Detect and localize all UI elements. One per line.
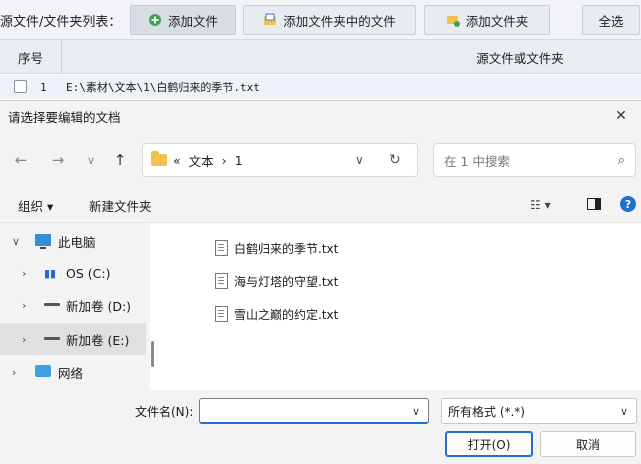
select-all-button[interactable]: 全选 — [582, 5, 640, 35]
navigation-bar: ← → ∨ ↑ « 文本 › 1 ∨ ↻ 在 1 中搜索 ⌕ — [0, 131, 641, 187]
chevron-down-icon[interactable]: ∨ — [412, 399, 420, 423]
add-file-button[interactable]: 添加文件 — [130, 5, 236, 35]
file-name: 雪山之巅的约定.txt — [234, 307, 339, 322]
back-arrow-icon[interactable]: ← — [10, 149, 32, 171]
refresh-icon[interactable]: ↻ — [389, 144, 401, 176]
breadcrumb-overflow[interactable]: « — [173, 153, 181, 168]
column-source[interactable]: 源文件或文件夹 — [440, 40, 600, 74]
filetype-select[interactable]: 所有格式 (*.*) ∨ — [441, 398, 637, 424]
navigation-pane: ∨ 此电脑 › ▮▮ OS (C:) › 新加卷 (D:) › 新加卷 (E:)… — [0, 223, 150, 390]
navigation-scrollbar[interactable] — [151, 341, 154, 367]
search-icon: ⌕ — [617, 152, 625, 168]
address-bar[interactable]: « 文本 › 1 ∨ ↻ — [142, 143, 418, 177]
list-item[interactable]: 海与灯塔的守望.txt — [215, 266, 338, 296]
tree-label: OS (C:) — [66, 265, 111, 281]
folder-add-icon — [446, 13, 460, 27]
dialog-title: 请选择要编辑的文档 — [8, 109, 121, 125]
command-bar: 组织 ▾ 新建文件夹 ☷ ▾ ? — [0, 187, 641, 223]
list-item[interactable]: 雪山之巅的约定.txt — [215, 299, 338, 329]
add-file-label: 添加文件 — [167, 13, 218, 29]
tree-item-drive-d[interactable]: › 新加卷 (D:) — [0, 289, 146, 321]
chevron-right-icon[interactable]: › — [22, 323, 26, 355]
add-folder-files-button[interactable]: 添加文件夹中的文件 — [243, 5, 416, 35]
recent-locations-icon[interactable]: ∨ — [80, 149, 102, 171]
breadcrumb: « 文本 › 1 — [173, 144, 243, 176]
open-button[interactable]: 打开(O) — [445, 431, 533, 457]
search-box[interactable]: 在 1 中搜索 ⌕ — [433, 143, 636, 177]
dialog-footer: 文件名(N): ∨ 所有格式 (*.*) ∨ 打开(O) 取消 — [0, 390, 641, 464]
folder-files-icon — [263, 13, 277, 27]
view-options-icon[interactable]: ☷ ▾ — [530, 187, 551, 223]
tree-label: 新加卷 (D:) — [66, 298, 132, 314]
organize-menu[interactable]: 组织 ▾ — [18, 187, 53, 223]
row-checkbox[interactable] — [14, 80, 27, 93]
select-all-label: 全选 — [598, 13, 624, 29]
breadcrumb-separator: › — [221, 152, 227, 168]
network-icon — [35, 365, 51, 377]
chevron-down-icon[interactable]: ∨ — [620, 399, 628, 423]
file-name: 白鹤归来的季节.txt — [234, 241, 339, 256]
dialog-titlebar: 请选择要编辑的文档 ✕ — [0, 101, 641, 131]
text-file-icon — [215, 306, 228, 322]
tree-item-network[interactable]: › 网络 — [0, 356, 146, 388]
tree-item-drive-e[interactable]: › 新加卷 (E:) — [0, 323, 146, 355]
open-file-dialog: 请选择要编辑的文档 ✕ ← → ∨ ↑ « 文本 › 1 ∨ ↻ 在 1 中搜索… — [0, 100, 641, 464]
help-icon[interactable]: ? — [620, 196, 636, 212]
search-placeholder: 在 1 中搜索 — [444, 153, 510, 169]
new-folder-button[interactable]: 新建文件夹 — [89, 187, 152, 223]
tree-item-this-pc[interactable]: ∨ 此电脑 — [0, 225, 146, 257]
address-dropdown-icon[interactable]: ∨ — [355, 144, 364, 176]
tree-label: 网络 — [58, 365, 84, 381]
preview-pane-icon[interactable] — [587, 198, 601, 210]
up-arrow-icon[interactable]: ↑ — [109, 149, 131, 171]
file-list: 白鹤归来的季节.txt 海与灯塔的守望.txt 雪山之巅的约定.txt — [163, 223, 641, 390]
chevron-right-icon[interactable]: › — [12, 356, 16, 388]
column-index[interactable]: 序号 — [0, 40, 62, 74]
add-folder-button[interactable]: 添加文件夹 — [424, 5, 550, 35]
table-header: 序号 源文件或文件夹 — [0, 40, 641, 74]
text-file-icon — [215, 240, 228, 256]
forward-arrow-icon[interactable]: → — [47, 149, 69, 171]
filename-input[interactable]: ∨ — [199, 398, 429, 424]
drive-icon — [44, 303, 60, 306]
chevron-right-icon[interactable]: › — [22, 257, 26, 289]
add-icon — [148, 13, 162, 27]
filetype-value: 所有格式 (*.*) — [448, 404, 525, 419]
chevron-down-icon[interactable]: ∨ — [12, 225, 20, 257]
table-row[interactable]: 1 E:\素材\文本\1\白鹤归来的季节.txt — [0, 75, 641, 99]
drive-icon — [44, 337, 60, 340]
add-folder-label: 添加文件夹 — [465, 13, 529, 29]
tree-item-os-c[interactable]: › ▮▮ OS (C:) — [0, 257, 146, 289]
row-index: 1 — [40, 80, 47, 94]
filename-label: 文件名(N): — [135, 404, 194, 419]
list-item[interactable]: 白鹤归来的季节.txt — [215, 233, 338, 263]
breadcrumb-text[interactable]: 文本 — [189, 151, 214, 170]
folder-icon — [151, 151, 167, 166]
tree-label: 新加卷 (E:) — [66, 332, 130, 348]
file-name: 海与灯塔的守望.txt — [234, 274, 339, 289]
source-list-label: 源文件/文件夹列表： — [0, 14, 122, 30]
row-path: E:\素材\文本\1\白鹤归来的季节.txt — [66, 81, 260, 94]
chevron-right-icon[interactable]: › — [22, 289, 26, 321]
os-drive-icon: ▮▮ — [44, 267, 57, 280]
close-icon[interactable]: ✕ — [601, 101, 641, 131]
add-folder-files-label: 添加文件夹中的文件 — [283, 13, 396, 29]
app-toolbar: 源文件/文件夹列表： 添加文件 添加文件夹中的文件 添加文件夹 全选 — [0, 0, 641, 40]
text-file-icon — [215, 273, 228, 289]
pc-icon — [35, 234, 51, 249]
breadcrumb-1[interactable]: 1 — [235, 153, 243, 168]
cancel-button[interactable]: 取消 — [540, 431, 636, 457]
tree-label: 此电脑 — [58, 234, 96, 250]
